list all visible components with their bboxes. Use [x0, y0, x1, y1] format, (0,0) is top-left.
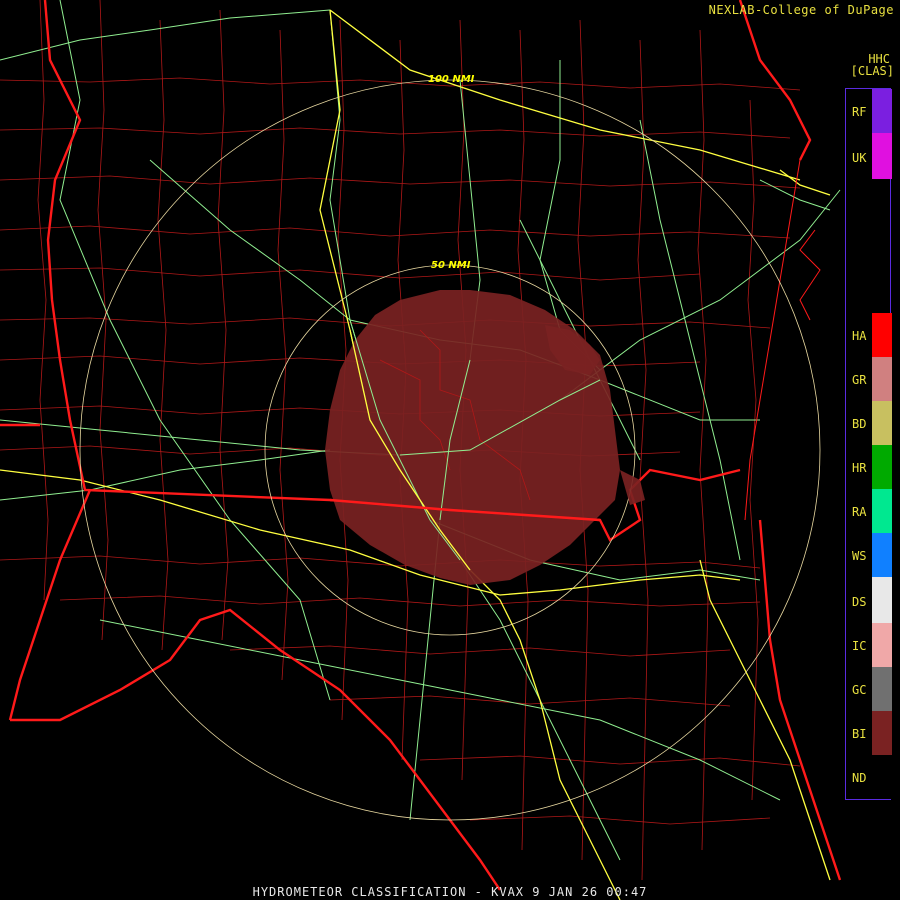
legend-swatch [872, 577, 892, 623]
legend-swatch [872, 755, 892, 799]
legend-label: ND [852, 771, 867, 785]
credit-text: NEXLAB-College of DuPage [708, 3, 894, 17]
ring-label-100: 100 NMI [428, 74, 475, 85]
legend-label: DS [852, 595, 867, 609]
legend-swatch [872, 533, 892, 577]
legend-label: UK [852, 151, 867, 165]
legend-swatch [872, 313, 892, 357]
legend-item-uk: UK [846, 133, 892, 179]
legend-item-ds: DS [846, 577, 892, 623]
legend-swatch [872, 133, 892, 179]
classification-legend: RF UK HA GR BD HR RA WS DS IC GC BI ND [845, 88, 892, 800]
legend-label: IC [852, 639, 867, 653]
legend-item-gr: GR [846, 357, 892, 401]
legend-item-ic: IC [846, 623, 892, 667]
legend-label: GR [852, 373, 867, 387]
legend-item-bi: BI [846, 711, 892, 755]
legend-swatch [872, 667, 892, 711]
legend-item-bd: BD [846, 401, 892, 445]
legend-swatch [872, 89, 892, 133]
legend-label: RA [852, 505, 867, 519]
legend-label: WS [852, 549, 867, 563]
legend-swatch [872, 401, 892, 445]
legend-swatch [872, 489, 892, 533]
legend-label: RF [852, 105, 867, 119]
legend-item-ws: WS [846, 533, 892, 577]
legend-label: HA [852, 329, 867, 343]
product-caption: HYDROMETEOR CLASSIFICATION - KVAX 9 JAN … [252, 885, 648, 899]
legend-item-ha: HA [846, 313, 892, 357]
legend-label: BD [852, 417, 867, 431]
legend-item-gc: GC [846, 667, 892, 711]
legend-label: BI [852, 727, 867, 741]
legend-swatch [872, 711, 892, 755]
legend-title: [CLAS] [850, 64, 894, 78]
legend-label: GC [852, 683, 867, 697]
radar-map: 50 NMI 100 NMI [0, 0, 900, 900]
legend-item-gap [846, 179, 892, 313]
legend-swatch [872, 623, 892, 667]
legend-item-hr: HR [846, 445, 892, 489]
legend-swatch [872, 357, 892, 401]
legend-item-rf: RF [846, 89, 892, 133]
legend-item-ra: RA [846, 489, 892, 533]
legend-item-nd: ND [846, 755, 892, 799]
legend-label: HR [852, 461, 867, 475]
legend-swatch [872, 445, 892, 489]
ring-label-50: 50 NMI [431, 260, 471, 271]
